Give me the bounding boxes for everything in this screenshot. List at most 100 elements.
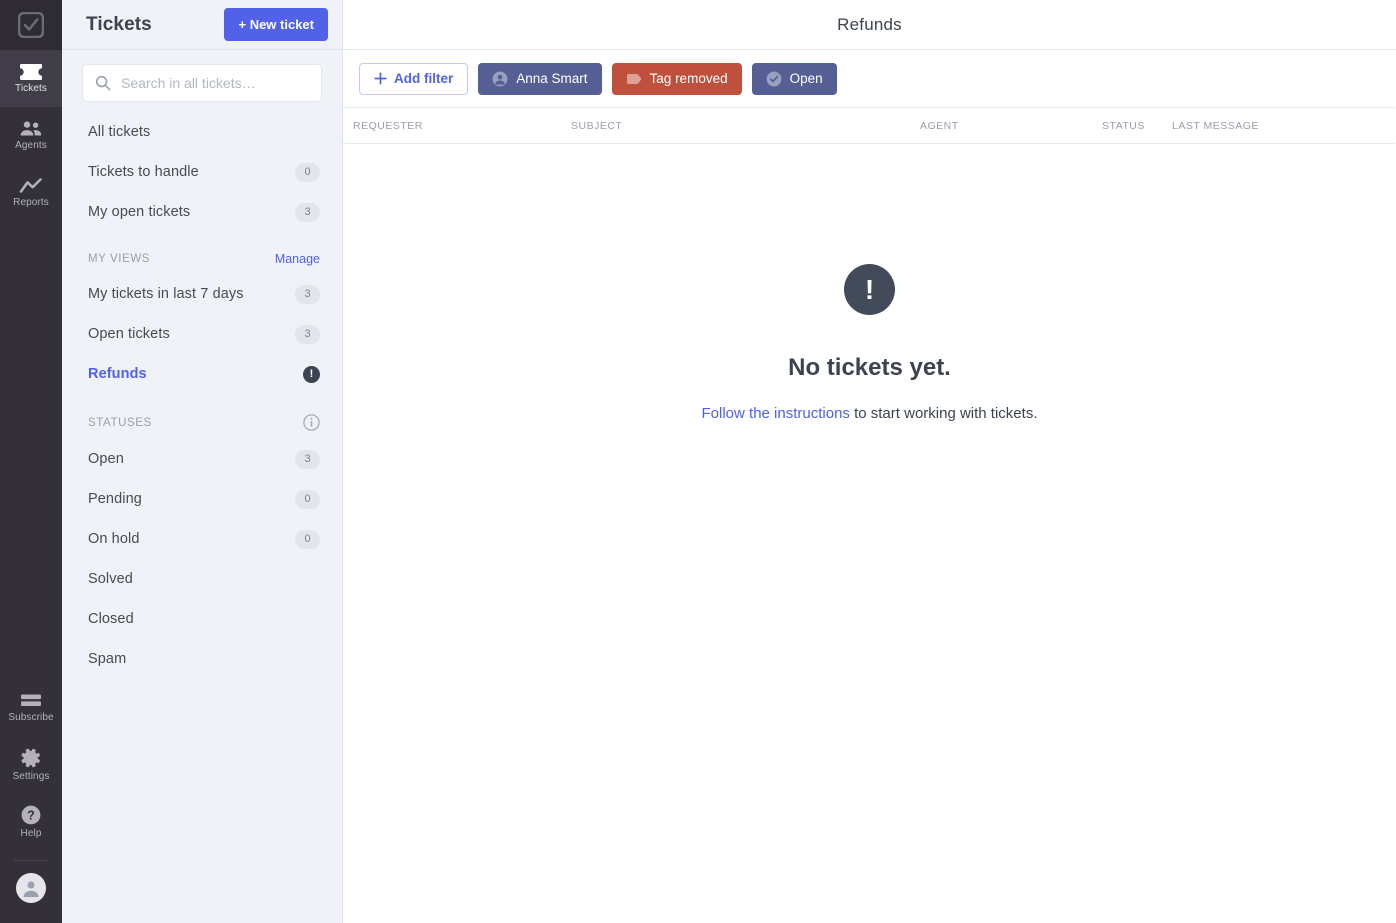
sidebar-item-refunds[interactable]: Refunds ! (62, 354, 342, 394)
sidebar-item-open[interactable]: Open 3 (62, 439, 342, 479)
sidebar-item-solved[interactable]: Solved (62, 559, 342, 599)
column-header-agent[interactable]: AGENT (920, 120, 1102, 132)
credit-card-icon (19, 692, 43, 710)
manage-views-link[interactable]: Manage (275, 252, 320, 266)
count-badge: 3 (295, 449, 320, 469)
tickets-sidebar: Tickets + New ticket All tickets Tickets… (62, 0, 343, 923)
statuses-title: STATUSES (88, 416, 152, 429)
filter-chip-label: Anna Smart (516, 71, 588, 86)
page-title: Refunds (837, 14, 902, 34)
main-header: Refunds (343, 0, 1396, 50)
count-badge: 0 (295, 489, 320, 509)
filter-chip-requester[interactable]: Anna Smart (478, 62, 602, 95)
rail-item-tickets[interactable]: Tickets (0, 50, 62, 107)
plus-icon (374, 72, 387, 85)
sidebar-item-label: Tickets to handle (88, 164, 199, 180)
sidebar-item-closed[interactable]: Closed (62, 599, 342, 639)
column-header-subject[interactable]: SUBJECT (571, 120, 920, 132)
sidebar-item-label: Refunds (88, 366, 147, 382)
filter-chip-label: Open (789, 71, 823, 86)
search-container (62, 50, 342, 102)
svg-text:?: ? (27, 809, 35, 823)
filter-bar: Add filter Anna Smart Tag removed Open (343, 50, 1395, 108)
rail-item-agents[interactable]: Agents (0, 107, 62, 164)
info-circle-icon[interactable] (303, 414, 320, 431)
sidebar-item-label: Solved (88, 571, 133, 587)
rail-item-label: Help (20, 828, 42, 839)
people-icon (19, 120, 43, 138)
sidebar-item-label: Spam (88, 651, 127, 667)
question-circle-icon: ? (20, 804, 42, 826)
rail-item-label: Tickets (15, 83, 47, 94)
my-views-title: MY VIEWS (88, 253, 151, 265)
sidebar-item-my-open-tickets[interactable]: My open tickets 3 (62, 192, 342, 232)
sidebar-item-open-tickets[interactable]: Open tickets 3 (62, 314, 342, 354)
column-header-status[interactable]: STATUS (1102, 120, 1172, 132)
alert-badge: ! (303, 365, 320, 383)
rail-item-reports[interactable]: Reports (0, 164, 62, 221)
left-nav-rail: Tickets Agents Reports Subscribe Setting… (0, 0, 62, 923)
sidebar-header: Tickets + New ticket (62, 0, 342, 50)
main-panel: Refunds Add filter Anna Smart Tag remove… (343, 0, 1396, 923)
sidebar-item-my-tickets-last-7-days[interactable]: My tickets in last 7 days 3 (62, 274, 342, 314)
sidebar-item-label: All tickets (88, 124, 151, 140)
count-badge: 0 (295, 529, 320, 549)
rail-item-label: Settings (12, 771, 50, 782)
rail-item-settings[interactable]: Settings (0, 736, 62, 793)
sidebar-item-label: Closed (88, 611, 134, 627)
exclamation-circle-icon: ! (844, 264, 895, 315)
count-badge: 3 (295, 284, 320, 304)
sidebar-statuses-list: Open 3 Pending 0 On hold 0 Solved Closed… (62, 439, 342, 679)
rail-item-label: Subscribe (8, 712, 54, 723)
rail-item-help[interactable]: ? Help (0, 793, 62, 850)
sidebar-my-views-list: My tickets in last 7 days 3 Open tickets… (62, 274, 342, 394)
column-header-last-message[interactable]: LAST MESSAGE (1172, 120, 1312, 132)
app-root: Tickets Agents Reports Subscribe Setting… (0, 0, 1396, 923)
user-avatar-icon (21, 878, 41, 898)
sidebar-item-label: My open tickets (88, 204, 191, 220)
rail-item-label: Agents (15, 140, 47, 151)
new-ticket-button[interactable]: + New ticket (224, 8, 328, 41)
count-badge: 3 (295, 202, 320, 222)
count-badge: 3 (295, 324, 320, 344)
sidebar-item-label: On hold (88, 531, 140, 547)
ticket-icon (19, 63, 43, 81)
sidebar-item-tickets-to-handle[interactable]: Tickets to handle 0 (62, 152, 342, 192)
search-box[interactable] (82, 64, 322, 102)
statuses-header: STATUSES (62, 394, 342, 439)
sidebar-primary-list: All tickets Tickets to handle 0 My open … (62, 102, 342, 232)
rail-item-label: Reports (13, 197, 49, 208)
sidebar-item-all-tickets[interactable]: All tickets (62, 112, 342, 152)
empty-state-subtitle-text: to start working with tickets. (849, 405, 1038, 422)
add-filter-label: Add filter (394, 71, 454, 86)
rail-bottom-group: Subscribe Settings ? Help (0, 679, 62, 923)
gear-icon (20, 747, 42, 769)
sidebar-item-on-hold[interactable]: On hold 0 (62, 519, 342, 559)
sidebar-item-spam[interactable]: Spam (62, 639, 342, 679)
rail-item-subscribe[interactable]: Subscribe (0, 679, 62, 736)
search-icon (95, 75, 111, 91)
add-filter-button[interactable]: Add filter (359, 62, 469, 95)
app-logo[interactable] (0, 0, 62, 50)
sidebar-item-label: Open (88, 451, 124, 467)
empty-state-subtitle: Follow the instructions to start working… (702, 405, 1038, 422)
trend-line-icon (19, 177, 43, 195)
column-header-requester[interactable]: REQUESTER (353, 120, 571, 132)
count-badge: 0 (295, 162, 320, 182)
search-input[interactable] (121, 75, 309, 91)
user-avatar[interactable] (16, 873, 46, 903)
person-circle-icon (492, 71, 508, 87)
rail-divider (14, 860, 48, 861)
filter-chip-label: Tag removed (649, 71, 728, 86)
sidebar-item-pending[interactable]: Pending 0 (62, 479, 342, 519)
sidebar-title: Tickets (86, 13, 152, 35)
sidebar-item-label: Pending (88, 491, 142, 507)
filter-chip-tag[interactable]: Tag removed (611, 62, 742, 95)
my-views-header: MY VIEWS Manage (62, 232, 342, 274)
empty-state: ! No tickets yet. Follow the instruction… (343, 144, 1396, 923)
follow-instructions-link[interactable]: Follow the instructions (702, 405, 850, 422)
tickets-table-header: REQUESTER SUBJECT AGENT STATUS LAST MESS… (343, 108, 1395, 144)
sidebar-item-label: My tickets in last 7 days (88, 286, 244, 302)
checkbox-logo-icon (18, 12, 44, 38)
filter-chip-status[interactable]: Open (751, 62, 837, 95)
